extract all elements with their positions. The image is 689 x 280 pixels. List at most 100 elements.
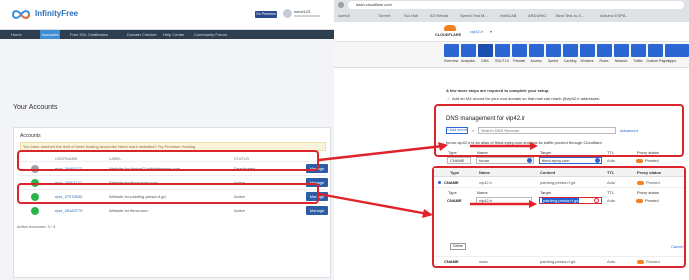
row-status: Active [234,208,245,213]
address-url[interactable]: dash.cloudflare.com [356,2,392,7]
record-name: vip42.ir [479,180,492,185]
traffic-icon[interactable] [631,44,646,57]
custom-pages-icon[interactable] [648,44,663,57]
bookmark-item[interactable]: Torrent [378,13,390,18]
nav-accounts[interactable]: Accounts [40,30,61,39]
scrape-shield-icon[interactable] [679,44,689,57]
edit-target-input[interactable]: painting-persia.rf.gd [539,197,602,204]
back-icon[interactable] [338,2,344,8]
icon-label[interactable]: Firewall [510,59,528,63]
proxied-cloud-icon[interactable] [636,199,643,203]
avatar[interactable] [283,9,292,18]
record-type: CNAME [444,180,459,185]
type-select[interactable]: CNAME [447,157,471,164]
edit-type[interactable]: CNAME [447,198,462,203]
icon-label[interactable]: SSL/TLS [493,59,511,63]
record-type: CNAME [444,259,459,264]
record-content: painting-persia.rf.gd [540,180,576,185]
edit-name-input[interactable]: vip42.ir [476,197,532,204]
bookmark-item[interactable]: Speed Test M... [460,13,488,18]
infinityfree-panel: InfinityFree Go Premium sohel123 Home Ac… [0,0,334,280]
proxied-cloud-icon[interactable] [636,159,643,163]
row-label: Website for ftimd.com [109,208,148,213]
expand-dot-icon[interactable] [438,181,441,184]
page-title: Your Accounts [13,104,58,111]
search-icon: ⌕ [472,128,475,133]
icon-label[interactable]: Overview [442,59,460,63]
bookmark-item[interactable]: Best Text-to-S... [556,13,584,18]
username-label[interactable]: sohel123 [294,9,310,14]
ssl-tls-icon[interactable] [495,44,510,57]
accounts-footer: Active Accounts: 3 / 3 [17,224,56,229]
bookmark-item[interactable]: Arduino ESP8... [600,13,628,18]
brand-name[interactable]: InfinityFree [35,9,78,19]
cancel-button-2[interactable]: Cancel [671,244,683,249]
icon-label[interactable]: DNS [476,59,494,63]
dns-icon[interactable] [478,44,493,57]
composite-screenshot: InfinityFree Go Premium sohel123 Home Ac… [0,0,689,280]
bookmark-item[interactable]: IDI Rehab [430,13,448,18]
caching-icon[interactable] [563,44,578,57]
overview-icon[interactable] [444,44,459,57]
manage-button[interactable]: Manage [306,206,328,215]
advanced-link[interactable]: Advanced [620,128,638,133]
nav-domain-checker[interactable]: Domain Checker [127,30,157,39]
icon-label[interactable]: Speed [544,59,562,63]
analytics-icon[interactable] [461,44,476,57]
icon-label[interactable]: Rules [595,59,613,63]
valid-check-icon [527,158,532,163]
proxied-cloud-icon[interactable] [637,181,644,185]
apps-icon[interactable] [665,44,680,57]
icon-label[interactable]: Caching [561,59,579,63]
edit-ttl[interactable]: Auto [607,198,615,203]
name-input[interactable]: forum [476,157,534,164]
edit-label-ttl: TTL [607,190,615,195]
icon-label[interactable]: Network [612,59,630,63]
nav-help-center[interactable]: Help Center [163,30,184,39]
add-record-button[interactable]: + Add record [446,127,468,134]
icon-label[interactable]: Traffic [629,59,647,63]
record-row[interactable]: CNAME www painting-persia.rf.gd Auto Pro… [434,256,684,266]
icon-label[interactable]: Apps [663,59,681,63]
delete-button[interactable]: Delete [450,243,466,250]
chevron-down-icon[interactable]: ▾ [490,30,492,34]
limit-notice-text: You have reached the limit of three host… [23,144,196,149]
infinity-logo-icon [11,10,31,19]
col-proxy: Proxy status [637,170,662,175]
firewall-icon[interactable] [512,44,527,57]
proxied-cloud-icon[interactable] [637,260,644,264]
col-ttl: TTL [607,170,615,175]
label-name: Name [477,150,488,155]
search-dns-input[interactable] [478,127,616,134]
cloudflare-header: CLOUDFLARE vip42.ir ▾ [334,22,689,42]
go-premium-button[interactable]: Go Premium [255,11,277,18]
access-icon[interactable] [529,44,544,57]
card-title: Accounts [20,133,41,139]
icon-label[interactable]: Workers [578,59,596,63]
clear-icon[interactable] [594,198,599,203]
ttl-value[interactable]: Auto [607,158,615,163]
selected-target-text[interactable]: painting-persia.rf.gd [542,198,580,203]
icon-label[interactable]: Access [527,59,545,63]
row-username[interactable]: epiz_28183779 [55,208,82,213]
bookmark-item[interactable]: ARDUINO [528,13,546,18]
edit-label-target: Target [540,190,552,195]
cloudflare-brand[interactable]: CLOUDFLARE [435,33,461,38]
zone-selector[interactable]: vip42.ir [470,29,483,34]
network-icon[interactable] [614,44,629,57]
bookmark-item[interactable]: HotSLAB [500,13,516,18]
label-type: Type [448,150,457,155]
nav-community-forum[interactable]: Community Forum [194,30,227,39]
address-bar[interactable]: dash.cloudflare.com [348,1,684,9]
rules-icon[interactable] [597,44,612,57]
icon-label[interactable]: Custom Pages [646,59,669,63]
target-input[interactable]: ftimd.epizy.com [539,157,602,164]
bookmark-item[interactable]: usefull [338,13,350,18]
nav-free-ssl[interactable]: Free SSL Certificates [70,30,108,39]
workers-icon[interactable] [580,44,595,57]
record-row[interactable]: CNAME vip42.ir painting-persia.rf.gd Aut… [434,178,684,188]
speed-icon[interactable] [546,44,561,57]
icon-label[interactable]: Analytics [459,59,477,63]
bookmark-item[interactable]: Sci-Hub [404,13,418,18]
nav-home[interactable]: Home [11,30,22,39]
